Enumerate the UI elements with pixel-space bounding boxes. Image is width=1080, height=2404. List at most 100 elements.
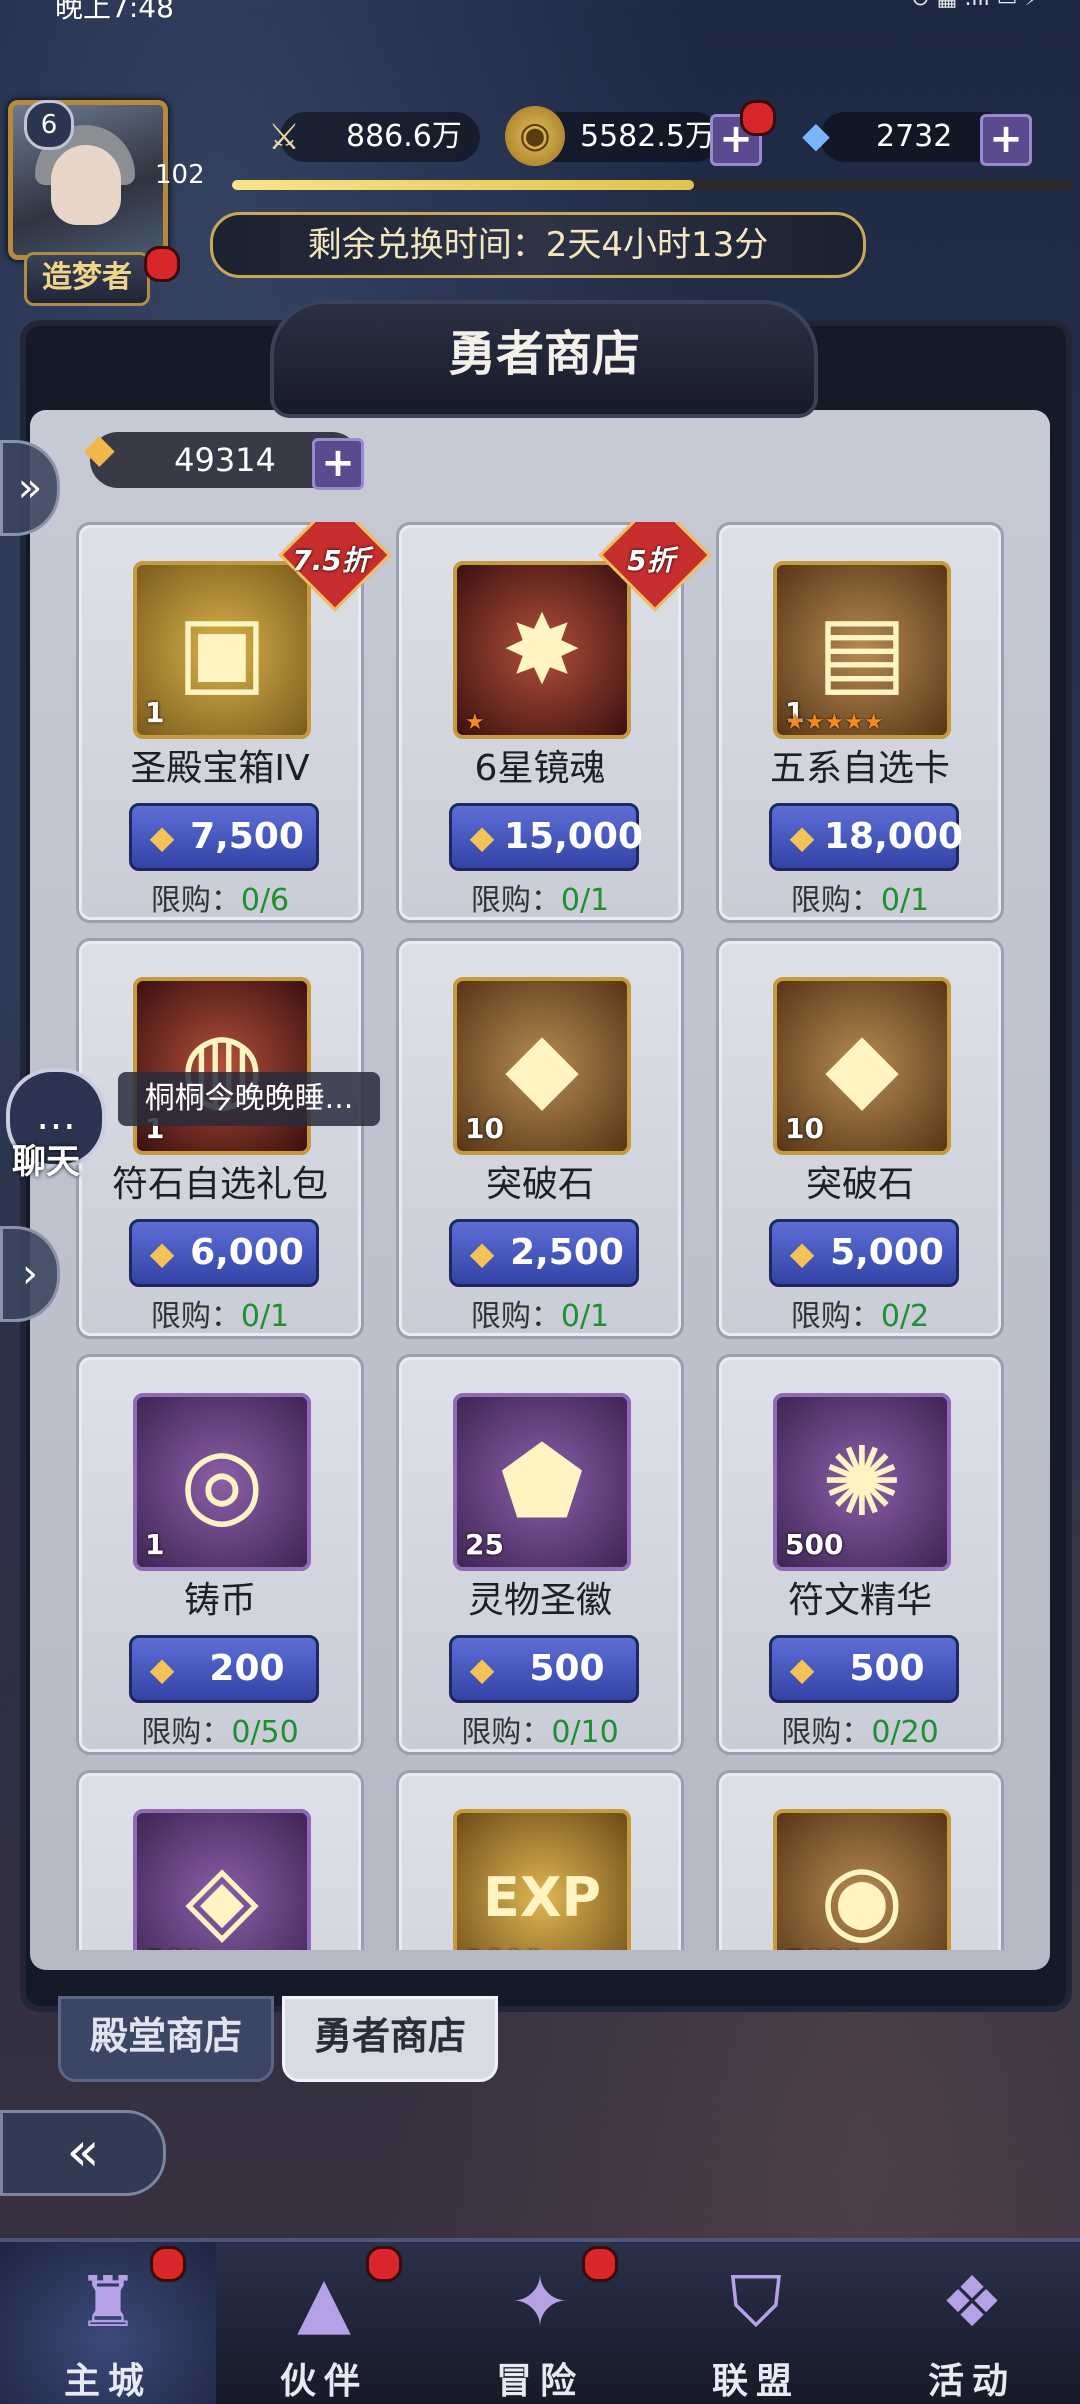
item-stars: ★★★★★ xyxy=(785,710,884,735)
player-title-badge[interactable]: 造梦者 xyxy=(24,252,150,306)
purchase-limit-label: 限购： xyxy=(470,1299,561,1334)
gold-coin-icon: ◉ xyxy=(505,106,565,166)
shop-item-card[interactable]: ◆ 10 突破石 ◆ 5,000 限购：0/2 xyxy=(716,938,1004,1339)
purchase-limit-count: 0/2 xyxy=(880,1299,930,1334)
purchase-limit-count: 0/50 xyxy=(231,1715,299,1750)
item-thumbnail[interactable]: ◈500 xyxy=(133,1809,311,1950)
item-quantity: 1 xyxy=(145,696,165,729)
buy-price-button[interactable]: ◆ 7,500 xyxy=(129,803,319,871)
item-icon: EXP xyxy=(482,1866,602,1929)
shop-currency-value: 49314 xyxy=(174,441,276,479)
item-thumbnail[interactable]: ◉5000 xyxy=(773,1809,951,1950)
shop-item-card[interactable]: ✺ 500 符文精华 ◆ 500 限购：0/20 xyxy=(716,1354,1004,1755)
purchase-limit: 限购：0/50 xyxy=(79,1707,361,1751)
shop-item-card[interactable]: ◆ 10 突破石 ◆ 2,500 限购：0/1 xyxy=(396,938,684,1339)
item-quantity: 10 xyxy=(465,1112,504,1145)
purchase-limit: 限购：0/1 xyxy=(79,1291,361,1335)
add-diamond-button[interactable]: + xyxy=(980,114,1032,166)
nav-label: 联盟 xyxy=(711,2361,800,2402)
status-time: 晚上7:48 xyxy=(55,0,174,24)
nav-item-3[interactable]: ⛉ 联盟 xyxy=(648,2242,864,2404)
shop-item-card[interactable]: ◍ 1 符石自选礼包 ◆ 6,000 限购：0/1 xyxy=(76,938,364,1339)
shop-item-card[interactable]: EXP 1000 xyxy=(396,1770,684,1950)
purchase-limit: 限购：0/1 xyxy=(399,875,681,919)
item-thumbnail[interactable]: EXP 1000 xyxy=(453,1809,631,1950)
avatar-face xyxy=(51,145,121,225)
purchase-limit-label: 限购： xyxy=(141,1715,232,1750)
purchase-limit: 限购：0/6 xyxy=(79,875,361,919)
shop-item-card[interactable]: ◎ 1 铸币 ◆ 200 限购：0/50 xyxy=(76,1354,364,1755)
exchange-timer: 剩余兑换时间：2天4小时13分 xyxy=(210,212,866,278)
item-thumbnail[interactable]: ◆ 10 xyxy=(453,977,631,1155)
buy-price-button[interactable]: ◆ 500 xyxy=(449,1635,639,1703)
shop-item-card[interactable]: ◉5000 xyxy=(716,1770,1004,1950)
item-thumbnail[interactable]: ◆ 10 xyxy=(773,977,951,1155)
nav-notification-dot xyxy=(150,2246,186,2282)
nav-notification-dot xyxy=(366,2246,402,2282)
discount-label: 5折 xyxy=(627,544,675,577)
buy-price-button[interactable]: ◆ 15,000 xyxy=(449,803,643,871)
add-shop-currency-button[interactable]: + xyxy=(312,438,364,490)
item-thumbnail[interactable]: ▣ 1 xyxy=(133,561,311,739)
discount-label: 7.5折 xyxy=(292,544,370,577)
nav-item-4[interactable]: ❖ 活动 xyxy=(864,2242,1080,2404)
buy-price-button[interactable]: ◆ 5,000 xyxy=(769,1219,959,1287)
item-thumbnail[interactable]: ⬟ 25 xyxy=(453,1393,631,1571)
crystal-currency-icon: ◆ xyxy=(149,1234,175,1272)
nav-notification-dot xyxy=(582,2246,618,2282)
item-quantity: 500 xyxy=(145,1944,203,1950)
item-thumbnail[interactable]: ✺ 500 xyxy=(773,1393,951,1571)
item-price: 500 xyxy=(529,1648,605,1689)
exp-bar xyxy=(232,180,1072,190)
buy-price-button[interactable]: ◆ 6,000 xyxy=(129,1219,319,1287)
buy-price-button[interactable]: ◆ 500 xyxy=(769,1635,959,1703)
power-value: 886.6万 xyxy=(346,119,462,154)
diamond-value: 2732 xyxy=(876,119,953,154)
compass-icon: ✦ xyxy=(510,2261,570,2343)
item-name: 铸币 xyxy=(183,1580,256,1621)
item-price: 200 xyxy=(209,1648,285,1689)
shop-item-card[interactable]: ◈500 xyxy=(76,1770,364,1950)
item-icon: ◈ xyxy=(185,1842,259,1950)
tab-brave-shop[interactable]: 勇者商店 xyxy=(282,1996,498,2082)
item-stars: ★ xyxy=(465,710,485,735)
crystal-currency-icon: ◆ xyxy=(84,426,115,472)
chat-preview-message[interactable]: 桐桐今晚晚睡... xyxy=(118,1072,380,1126)
item-quantity: 10 xyxy=(785,1112,824,1145)
purchase-limit-count: 0/6 xyxy=(240,883,290,918)
shop-item-card[interactable]: ⬟ 25 灵物圣徽 ◆ 500 限购：0/10 xyxy=(396,1354,684,1755)
status-indicators: ⊙ ▦ .ııl ▭ ⚡ xyxy=(911,0,1040,11)
tab-hall-shop[interactable]: 殿堂商店 xyxy=(58,1996,274,2082)
shop-item-card[interactable]: ▤ 1 ★★★★★ 五系自选卡 ◆ 18,000 限购：0/1 xyxy=(716,522,1004,923)
nav-label: 伙伴 xyxy=(279,2361,368,2402)
back-button[interactable]: « xyxy=(0,2110,166,2196)
item-thumbnail[interactable]: ◎ 1 xyxy=(133,1393,311,1571)
back-arrow-icon: « xyxy=(66,2120,100,2183)
shop-item-card[interactable]: ▣ 1 7.5折 圣殿宝箱IV ◆ 7,500 限购：0/6 xyxy=(76,522,392,923)
item-price: 7,500 xyxy=(190,816,304,857)
purchase-limit-label: 限购： xyxy=(790,1299,881,1334)
buy-price-button[interactable]: ◆ 2,500 xyxy=(449,1219,639,1287)
item-quantity: 1 xyxy=(145,1528,165,1561)
item-price: 6,000 xyxy=(190,1232,304,1273)
crystal-currency-icon: ◆ xyxy=(789,1234,815,1272)
purchase-limit-label: 限购： xyxy=(150,1299,241,1334)
item-thumbnail[interactable]: ✸ ★ xyxy=(453,561,631,739)
item-name: 突破石 xyxy=(805,1164,914,1205)
crystal-currency-icon: ◆ xyxy=(469,818,495,856)
item-thumbnail[interactable]: ◍ 1 xyxy=(133,977,311,1155)
buy-price-button[interactable]: ◆ 200 xyxy=(129,1635,319,1703)
item-thumbnail[interactable]: ▤ 1 ★★★★★ xyxy=(773,561,951,739)
exp-bar-fill xyxy=(232,180,694,190)
chat-label: 聊天 xyxy=(12,1142,80,1182)
shop-item-card[interactable]: ✸ ★ 5折 6星镜魂 ◆ 15,000 限购：0/1 xyxy=(396,522,712,923)
purchase-limit-count: 0/1 xyxy=(560,883,610,918)
purchase-limit-label: 限购： xyxy=(470,883,561,918)
buy-price-button[interactable]: ◆ 18,000 xyxy=(769,803,963,871)
item-quantity: 5000 xyxy=(785,1944,863,1950)
castle-icon: ♜ xyxy=(76,2261,140,2343)
purchase-limit: 限购：0/1 xyxy=(719,875,1001,919)
title-notification-dot xyxy=(144,246,180,282)
item-name: 符石自选礼包 xyxy=(111,1164,328,1205)
status-bar: 晚上7:48 ⊙ ▦ .ııl ▭ ⚡ xyxy=(0,0,1080,24)
